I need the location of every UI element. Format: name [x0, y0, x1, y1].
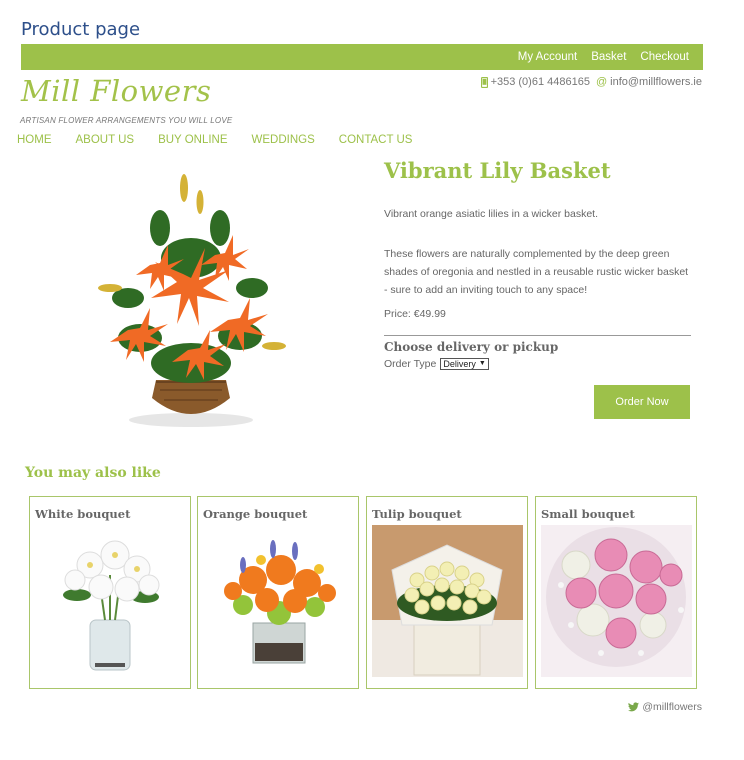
- social-footer: @millflowers: [628, 701, 702, 713]
- product-summary: Vibrant orange asiatic lilies in a wicke…: [384, 208, 598, 220]
- order-type-value: Delivery: [443, 359, 476, 369]
- phone-number[interactable]: +353 (0)61 4486165: [491, 76, 590, 88]
- contact-info: +353 (0)61 4486165 @ info@millflowers.ie: [480, 76, 702, 88]
- nav-weddings[interactable]: WEDDINGS: [252, 134, 315, 146]
- product-price: Price: €49.99: [384, 308, 446, 320]
- chevron-down-icon: ▼: [478, 360, 486, 367]
- phone-icon: [480, 76, 488, 88]
- order-type-select[interactable]: Delivery ▼: [440, 358, 489, 370]
- card-title: Small bouquet: [541, 507, 635, 521]
- card-title: White bouquet: [35, 507, 131, 521]
- nav-buy-online[interactable]: BUY ONLINE: [158, 134, 227, 146]
- order-now-button[interactable]: Order Now: [594, 385, 690, 419]
- nav-contact-us[interactable]: CONTACT US: [339, 134, 413, 146]
- twitter-handle[interactable]: @millflowers: [642, 701, 702, 713]
- order-type-row: Order Type Delivery ▼: [384, 358, 489, 370]
- twitter-icon[interactable]: [628, 702, 640, 712]
- nav-about-us[interactable]: ABOUT US: [76, 134, 135, 146]
- product-image: [98, 174, 286, 427]
- email-address[interactable]: info@millflowers.ie: [610, 76, 702, 88]
- card-title: Tulip bouquet: [372, 507, 462, 521]
- product-title: Vibrant Lily Basket: [384, 158, 611, 183]
- small-bouquet-image: [541, 525, 692, 677]
- at-icon: @: [595, 76, 608, 88]
- related-card-small-bouquet[interactable]: Small bouquet: [535, 496, 697, 689]
- my-account-link[interactable]: My Account: [518, 51, 577, 63]
- basket-link[interactable]: Basket: [591, 51, 626, 63]
- product-description: These flowers are naturally complemented…: [384, 248, 689, 296]
- site-logo[interactable]: Mill Flowers: [21, 74, 211, 108]
- order-type-label: Order Type: [384, 358, 437, 370]
- white-bouquet-image: [63, 540, 160, 671]
- divider: [384, 335, 691, 336]
- nav-home[interactable]: HOME: [17, 134, 52, 146]
- site-tagline: ARTISAN FLOWER ARRANGEMENTS YOU WILL LOV…: [20, 116, 233, 125]
- delivery-heading: Choose delivery or pickup: [384, 340, 559, 354]
- related-card-orange-bouquet[interactable]: Orange bouquet: [197, 496, 359, 689]
- related-card-tulip-bouquet[interactable]: Tulip bouquet: [366, 496, 528, 689]
- top-bar: My Account Basket Checkout: [21, 44, 703, 70]
- orange-bouquet-image: [224, 540, 336, 664]
- related-heading: You may also like: [25, 465, 161, 481]
- card-title: Orange bouquet: [203, 507, 308, 521]
- document-label: Product page: [21, 19, 141, 40]
- related-card-white-bouquet[interactable]: White bouquet: [29, 496, 191, 689]
- checkout-link[interactable]: Checkout: [640, 51, 689, 63]
- main-nav: HOME ABOUT US BUY ONLINE WEDDINGS CONTAC…: [17, 134, 413, 146]
- tulip-bouquet-image: [372, 525, 523, 677]
